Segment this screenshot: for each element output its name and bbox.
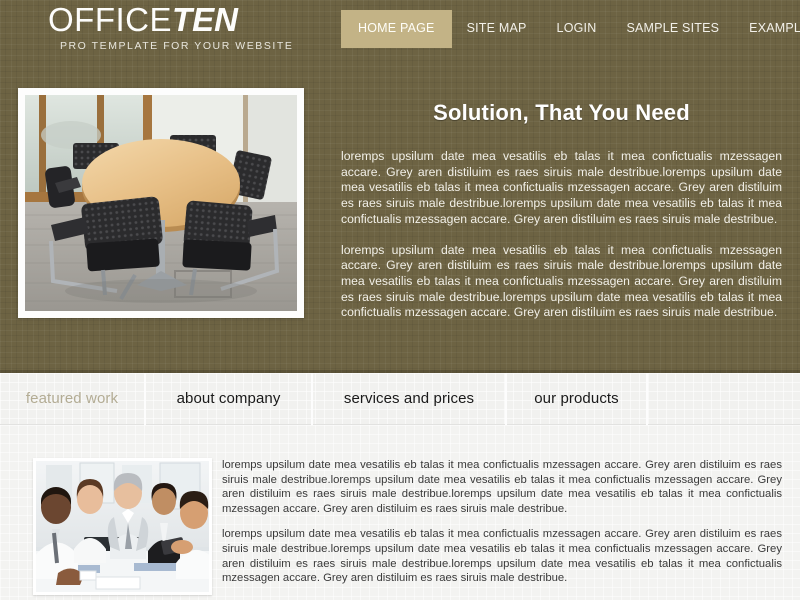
- tab-about-company[interactable]: about company: [144, 372, 311, 425]
- site-logo[interactable]: OFFICETEN PRO TEMPLATE FOR YOUR WEBSITE: [48, 3, 294, 53]
- hero-paragraph-2: loremps upsilum date mea vesatilis eb ta…: [341, 242, 782, 320]
- site-header: OFFICETEN PRO TEMPLATE FOR YOUR WEBSITE …: [0, 0, 800, 62]
- logo-tagline: PRO TEMPLATE FOR YOUR WEBSITE: [60, 40, 294, 52]
- hero-section: OFFICETEN PRO TEMPLATE FOR YOUR WEBSITE …: [0, 0, 800, 373]
- bottom-paragraph-2: loremps upsilum date mea vesatilis eb ta…: [222, 528, 782, 585]
- business-team-meeting-image: [36, 461, 209, 592]
- nav-item-login[interactable]: LOGIN: [542, 10, 612, 48]
- hero-text-block: Solution, That You Need loremps upsilum …: [341, 100, 782, 336]
- tab-empty-filler: [646, 372, 800, 425]
- logo-text-office: OFFICE: [48, 1, 172, 38]
- nav-item-home-page[interactable]: HOME PAGE: [341, 10, 452, 48]
- nav-item-sample-sites[interactable]: SAMPLE SITES: [611, 10, 734, 48]
- tab-our-products[interactable]: our products: [505, 372, 646, 425]
- page-title: Solution, That You Need: [433, 100, 690, 125]
- content-tab-bar: featured work about company services and…: [0, 372, 800, 425]
- main-navigation: HOME PAGE SITE MAP LOGIN SAMPLE SITES EX…: [341, 10, 800, 48]
- conference-room-image: [25, 95, 297, 311]
- tab-featured-work[interactable]: featured work: [0, 373, 144, 425]
- nav-item-example-pages[interactable]: EXAMPLE PAGES: [734, 10, 800, 48]
- logo-wordmark: OFFICETEN: [48, 3, 293, 37]
- bottom-paragraph-1: loremps upsilum date mea vesatilis eb ta…: [222, 459, 782, 515]
- logo-text-ten: TEN: [172, 1, 238, 38]
- bottom-image-frame: [33, 458, 212, 595]
- hero-image-frame: [18, 88, 304, 318]
- hero-paragraph-1: loremps upsilum date mea vesatilis eb ta…: [341, 149, 782, 226]
- nav-item-site-map[interactable]: SITE MAP: [452, 10, 542, 48]
- tab-services-and-prices[interactable]: services and prices: [311, 372, 505, 425]
- featured-work-text-block: loremps upsilum date mea vesatilis eb ta…: [222, 458, 782, 597]
- featured-work-panel: loremps upsilum date mea vesatilis eb ta…: [0, 425, 800, 600]
